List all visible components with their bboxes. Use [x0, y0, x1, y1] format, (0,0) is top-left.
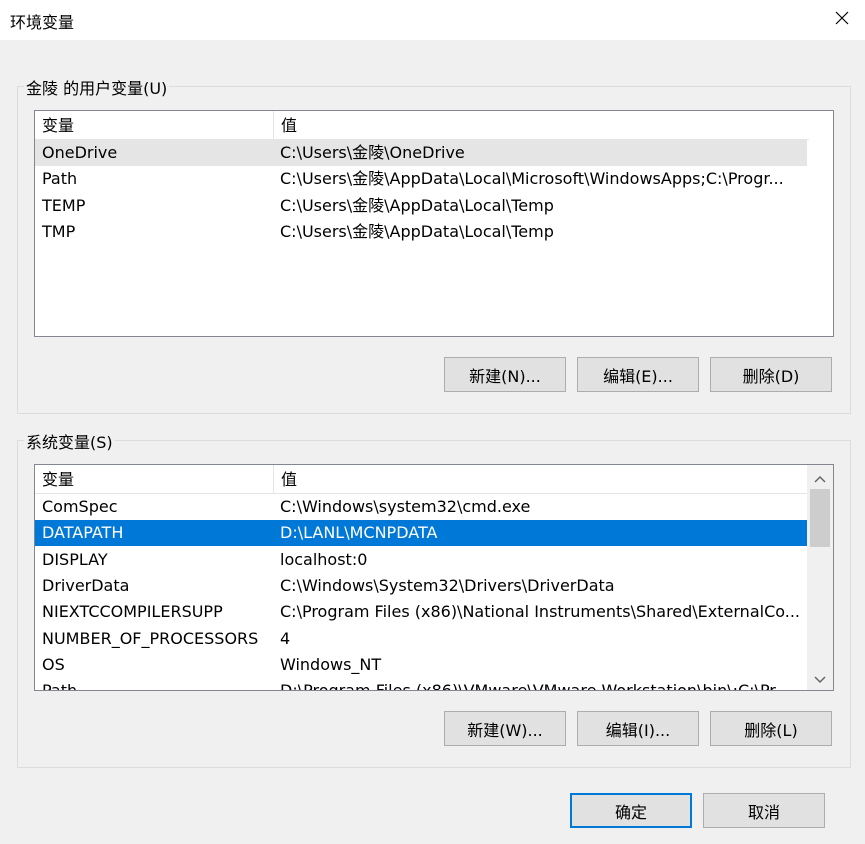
table-row[interactable]: ComSpec C:\Windows\system32\cmd.exe — [35, 494, 807, 520]
variable-name: NIEXTCCOMPILERSUPP — [42, 602, 223, 622]
table-row[interactable]: DATAPATH D:\LANL\MCNPDATA — [35, 520, 807, 547]
variable-name: DATAPATH — [42, 523, 124, 543]
scrollbar-thumb[interactable] — [810, 489, 830, 547]
user-variables-label: 金陵 的用户变量(U) — [24, 75, 170, 99]
window-title: 环境变量 — [10, 13, 75, 32]
table-row[interactable]: NIEXTCCOMPILERSUPP C:\Program Files (x86)… — [35, 599, 807, 625]
list-header: 变量 值 — [35, 111, 809, 140]
scroll-down-button[interactable] — [807, 666, 833, 690]
variable-value: 4 — [280, 628, 291, 648]
variable-name: NUMBER_OF_PROCESSORS — [42, 628, 259, 648]
table-row[interactable]: NUMBER_OF_PROCESSORS 4 — [35, 626, 807, 652]
variable-value: C:\Users\金陵\OneDrive — [280, 143, 465, 162]
variable-value: C:\Users\金陵\AppData\Local\Temp — [280, 221, 554, 241]
variable-name: Path — [42, 681, 78, 691]
variable-value: D:\LANL\MCNPDATA — [280, 523, 438, 543]
title-bar: 环境变量 — [0, 0, 865, 40]
variable-value: C:\Program Files (x86)\National Instrume… — [280, 602, 800, 622]
table-row[interactable]: Path C:\Users\金陵\AppData\Local\Microsoft\… — [35, 166, 807, 192]
column-header-value[interactable]: 值 — [274, 111, 804, 139]
variable-value: C:\Users\金陵\AppData\Local\Microsoft\Wind… — [280, 169, 784, 189]
variable-value: localhost:0 — [280, 549, 368, 569]
system-edit-button[interactable]: 编辑(I)... — [577, 711, 699, 746]
list-header: 变量 值 — [35, 465, 809, 494]
variable-value: C:\Users\金陵\AppData\Local\Temp — [280, 195, 554, 215]
variable-value: D:\Program Files (x86)\VMware\VMware Wor… — [280, 681, 790, 691]
table-row[interactable]: TMP C:\Users\金陵\AppData\Local\Temp — [35, 219, 807, 245]
variable-value: C:\Windows\System32\Drivers\DriverData — [280, 575, 615, 595]
user-delete-button[interactable]: 删除(D) — [710, 357, 832, 392]
user-variables-list[interactable]: 变量 值 OneDrive C:\Users\金陵\OneDrive Path C:\… — [34, 110, 834, 337]
scroll-up-button[interactable] — [807, 465, 833, 489]
system-variables-list[interactable]: 变量 值 ComSpec C:\Windows\system32\cmd.exe D… — [34, 464, 834, 691]
table-row[interactable]: TEMP C:\Users\金陵\AppData\Local\Temp — [35, 193, 807, 219]
variable-name: ComSpec — [42, 497, 118, 516]
table-row[interactable]: Path D:\Program Files (x86)\VMware\VMware… — [35, 678, 807, 691]
variable-name: TMP — [42, 221, 76, 241]
variable-name: TEMP — [42, 195, 86, 215]
variable-value: C:\Windows\system32\cmd.exe — [280, 497, 531, 516]
chevron-down-icon — [814, 669, 826, 688]
variable-name: OS — [42, 654, 65, 674]
system-variables-label: 系统变量(S) — [24, 429, 115, 453]
variable-name: Path — [42, 169, 78, 189]
vertical-scrollbar[interactable] — [807, 465, 833, 690]
variable-value: Windows_NT — [280, 654, 382, 674]
user-new-button[interactable]: 新建(N)... — [444, 357, 566, 392]
table-row[interactable]: DISPLAY localhost:0 — [35, 547, 807, 573]
user-edit-button[interactable]: 编辑(E)... — [577, 357, 699, 392]
column-header-value[interactable]: 值 — [274, 465, 804, 493]
variable-name: OneDrive — [42, 143, 118, 162]
close-icon — [834, 10, 850, 30]
chevron-up-icon — [814, 468, 826, 487]
ok-button[interactable]: 确定 — [570, 793, 692, 828]
column-header-variable[interactable]: 变量 — [35, 465, 273, 493]
close-button[interactable] — [819, 0, 865, 40]
variable-name: DISPLAY — [42, 549, 108, 569]
variable-name: DriverData — [42, 575, 130, 595]
table-row[interactable]: DriverData C:\Windows\System32\Drivers\Dr… — [35, 573, 807, 599]
cancel-button[interactable]: 取消 — [703, 793, 825, 828]
column-header-variable[interactable]: 变量 — [35, 111, 273, 139]
table-row[interactable]: OneDrive C:\Users\金陵\OneDrive — [35, 140, 807, 166]
system-new-button[interactable]: 新建(W)... — [444, 711, 566, 746]
table-row[interactable]: OS Windows_NT — [35, 652, 807, 678]
system-delete-button[interactable]: 删除(L) — [710, 711, 832, 746]
